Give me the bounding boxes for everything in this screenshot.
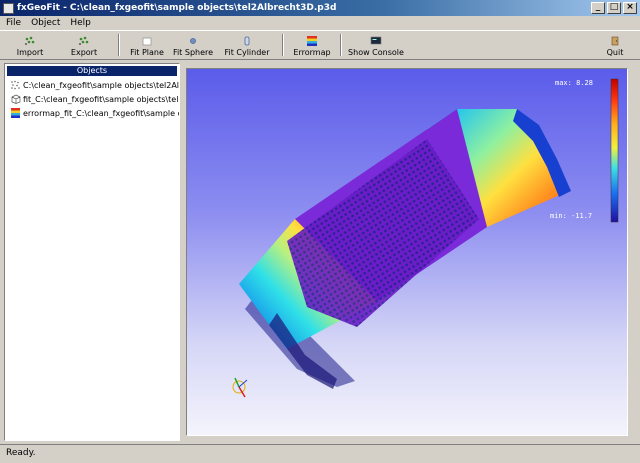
cylinder-icon	[244, 36, 250, 46]
show-console-label: Show Console	[348, 48, 404, 57]
colorbar-max-label: max: 8.28	[555, 79, 593, 87]
axis-gizmo	[232, 377, 248, 398]
object-label: C:\clean_fxgeofit\sample objects\tel2Alb…	[23, 80, 179, 90]
plane-icon	[142, 37, 152, 46]
close-button[interactable]: ×	[623, 2, 637, 14]
objects-panel: Objects C:\clean_fxgeofit\sample objects…	[4, 63, 180, 441]
object-label: errormap_fit_C:\clean_fxgeofit\sample ob…	[23, 108, 179, 118]
errormap-icon	[307, 36, 317, 46]
errormap-render	[232, 78, 619, 398]
menu-bar: File Object Help	[0, 16, 640, 30]
window-title: fxGeoFit - C:\clean_fxgeofit\sample obje…	[17, 3, 337, 13]
toolbar-separator	[282, 34, 284, 56]
status-text: Ready.	[6, 448, 36, 458]
colorbar-min-label: min: -11.7	[550, 212, 593, 220]
console-icon	[370, 36, 382, 45]
minimize-button[interactable]: _	[591, 2, 605, 14]
errormap-label: Errormap	[293, 48, 331, 57]
export-label: Export	[70, 48, 98, 57]
import-icon	[25, 36, 35, 45]
object-label: fit_C:\clean_fxgeofit\sample objects\tel…	[23, 94, 179, 104]
status-bar: Ready.	[0, 444, 640, 463]
maximize-button[interactable]: □	[607, 2, 621, 14]
toolbar-separator	[340, 34, 342, 56]
door-exit-icon	[611, 36, 619, 46]
menu-object[interactable]: Object	[31, 18, 60, 28]
export-button[interactable]: Export	[56, 31, 112, 59]
menu-file[interactable]: File	[6, 18, 21, 28]
title-bar: fxGeoFit - C:\clean_fxgeofit\sample obje…	[0, 0, 640, 16]
quit-label: Quit	[606, 48, 624, 57]
fit-plane-button[interactable]: Fit Plane	[126, 31, 168, 59]
fit-plane-label: Fit Plane	[130, 48, 164, 57]
object-item[interactable]: errormap_fit_C:\clean_fxgeofit\sample ob…	[5, 106, 179, 120]
sphere-icon	[190, 38, 196, 44]
quit-button[interactable]: Quit	[600, 31, 630, 59]
fit-sphere-button[interactable]: Fit Sphere	[168, 31, 218, 59]
object-item[interactable]: fit_C:\clean_fxgeofit\sample objects\tel…	[5, 92, 179, 106]
objects-header: Objects	[7, 66, 177, 76]
fit-cylinder-button[interactable]: Fit Cylinder	[218, 31, 276, 59]
errormap-icon	[11, 108, 20, 118]
import-label: Import	[16, 48, 44, 57]
cube-icon	[11, 94, 21, 104]
object-item[interactable]: C:\clean_fxgeofit\sample objects\tel2Alb…	[5, 78, 179, 92]
3d-viewport[interactable]: max: 8.28 min: -11.7	[186, 68, 628, 436]
menu-help[interactable]: Help	[70, 18, 91, 28]
errormap-button[interactable]: Errormap	[290, 31, 334, 59]
colorbar	[610, 78, 619, 223]
app-icon	[3, 2, 14, 14]
export-icon	[79, 36, 89, 45]
toolbar-separator	[118, 34, 120, 56]
toolbar: Import Export Fit Plane Fit Sphere Fit C…	[0, 30, 640, 60]
show-console-button[interactable]: Show Console	[348, 31, 404, 59]
fit-cylinder-label: Fit Cylinder	[224, 48, 270, 57]
point-cloud-icon	[11, 80, 20, 90]
fit-sphere-label: Fit Sphere	[172, 48, 214, 57]
import-button[interactable]: Import	[4, 31, 56, 59]
